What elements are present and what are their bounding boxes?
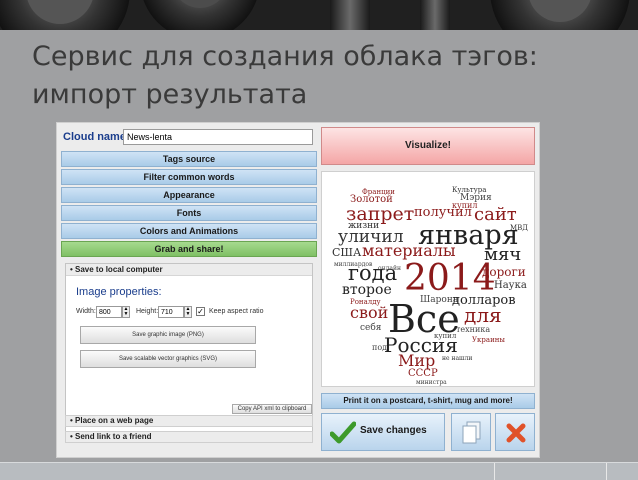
cloud-word: купил xyxy=(434,332,457,340)
slide-footer xyxy=(0,462,638,480)
cloud-word: под xyxy=(372,343,387,352)
width-label: Width: xyxy=(76,308,96,315)
keep-aspect-label: Keep aspect ratio xyxy=(209,308,264,315)
slide-title: Сервис для создания облака тэгов: импорт… xyxy=(32,38,612,114)
send-link-section[interactable]: • Send link to a friend xyxy=(65,431,313,443)
banner-graphic xyxy=(0,0,638,30)
save-changes-button[interactable]: Save changes xyxy=(321,413,445,451)
copy-button[interactable] xyxy=(451,413,491,451)
footer-divider xyxy=(494,463,495,480)
cloud-word: себя xyxy=(360,322,382,333)
tags-source-button[interactable]: Tags source xyxy=(61,151,317,167)
cloud-word: США xyxy=(332,246,362,259)
cloud-word: получил xyxy=(414,205,472,220)
cloud-word: Наука xyxy=(494,280,527,291)
checkmark-icon xyxy=(330,421,356,444)
document-copy-icon xyxy=(462,421,481,444)
cloud-word: второе xyxy=(342,282,392,298)
cloud-word: Украины xyxy=(472,336,505,344)
heart-word-cloud: Франции Культура Золотой Мэрия купил зап… xyxy=(332,186,528,386)
keep-aspect-checkbox[interactable]: ✓ xyxy=(196,307,205,316)
close-icon xyxy=(506,423,526,443)
save-changes-label: Save changes xyxy=(360,425,427,436)
header-banner xyxy=(0,0,638,30)
footer-divider xyxy=(606,463,607,480)
save-local-header[interactable]: • Save to local computer xyxy=(66,264,312,276)
colors-animations-button[interactable]: Colors and Animations xyxy=(61,223,317,239)
print-button[interactable]: Print it on a postcard, t-shirt, mug and… xyxy=(321,393,535,409)
cloud-word: свой xyxy=(350,303,388,322)
cloud-name-input[interactable] xyxy=(123,129,313,145)
cloud-word: дороги xyxy=(482,265,526,279)
save-svg-button[interactable]: Save scalable vector graphics (SVG) xyxy=(80,350,256,368)
height-input[interactable]: 710 xyxy=(158,306,184,318)
save-local-panel: • Save to local computer Image propertie… xyxy=(65,263,313,439)
filter-common-words-button[interactable]: Filter common words xyxy=(61,169,317,185)
grab-share-button[interactable]: Grab and share! xyxy=(61,241,317,257)
place-web-section[interactable]: • Place on a web page xyxy=(65,415,313,427)
preview-panel: Visualize! Франции Культура Золотой Мэри… xyxy=(321,127,535,453)
fonts-button[interactable]: Fonts xyxy=(61,205,317,221)
settings-panel: Cloud name: Tags source Filter common wo… xyxy=(61,127,317,453)
visualize-button[interactable]: Visualize! xyxy=(321,127,535,165)
cloud-word: онлайн xyxy=(378,265,401,272)
height-stepper[interactable]: ▲ ▼ xyxy=(184,306,192,318)
cloud-word: СССР xyxy=(408,368,438,379)
delete-button[interactable] xyxy=(495,413,535,451)
tag-cloud-app: Cloud name: Tags source Filter common wo… xyxy=(56,122,540,458)
width-stepper[interactable]: ▲ ▼ xyxy=(122,306,130,318)
cloud-word: техника xyxy=(456,325,490,334)
image-properties-title: Image properties: xyxy=(76,286,162,298)
tag-cloud-canvas: Франции Культура Золотой Мэрия купил зап… xyxy=(321,171,535,387)
slide-title-line1: Сервис для создания облака тэгов: xyxy=(32,41,538,72)
cloud-name-row: Cloud name: xyxy=(61,127,317,149)
slide-title-line2: импорт результата xyxy=(32,79,308,110)
cloud-word: для xyxy=(464,303,502,327)
cloud-name-label: Cloud name: xyxy=(63,131,130,143)
width-input[interactable]: 800 xyxy=(96,306,122,318)
copy-api-button[interactable]: Copy API xml to clipboard xyxy=(232,404,312,414)
cloud-word: не нашли xyxy=(442,355,472,362)
height-label: Height: xyxy=(136,308,159,315)
save-png-button[interactable]: Save graphic image (PNG) xyxy=(80,326,256,344)
appearance-button[interactable]: Appearance xyxy=(61,187,317,203)
cloud-word: министра xyxy=(416,379,447,386)
